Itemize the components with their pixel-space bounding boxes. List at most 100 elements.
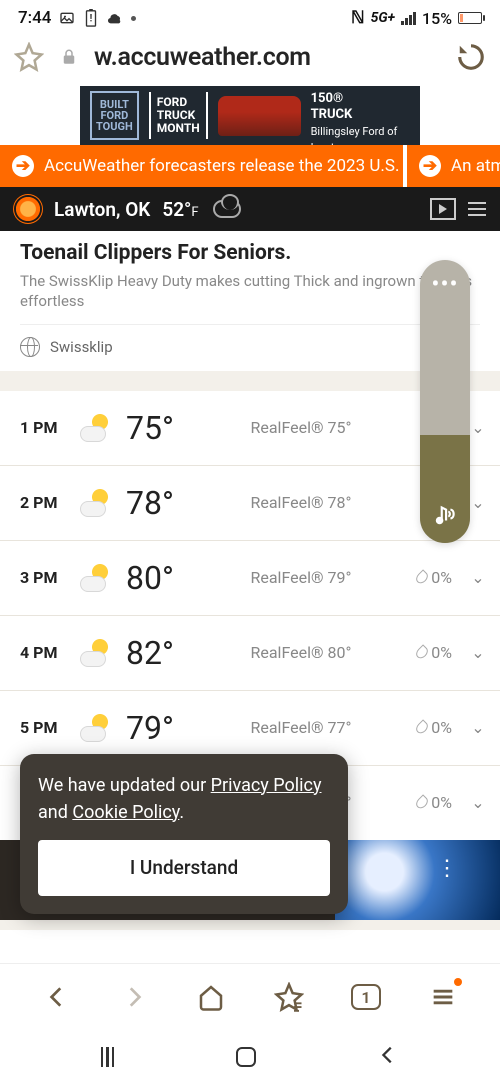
browser-toolbar: w.accuweather.com <box>0 32 500 82</box>
hour-temp: 78° <box>126 484 206 522</box>
arrow-icon: ➔ <box>12 155 34 177</box>
privacy-policy-link[interactable]: Privacy Policy <box>211 775 322 796</box>
hour-temp: 80° <box>126 559 206 597</box>
hour-precip: 0% <box>396 643 452 662</box>
status-bar: 7:44 ! ℕ 5G+ 15% <box>0 0 500 32</box>
chevron-down-icon: ⌄ <box>466 643 490 662</box>
status-left: 7:44 ! <box>18 8 136 28</box>
brand-name: Swissklip <box>50 338 113 356</box>
globe-icon <box>20 337 40 357</box>
chevron-down-icon: ⌄ <box>466 793 490 812</box>
status-right: ℕ 5G+ 15% <box>351 8 482 28</box>
url-bar[interactable]: w.accuweather.com <box>94 43 440 72</box>
ad-badge2: FORD TRUCK MONTH <box>149 92 208 140</box>
more-icon[interactable]: ⋮ <box>436 856 460 881</box>
recents-button[interactable] <box>101 1047 115 1067</box>
ad-line1: 2023 FORD F-150® <box>311 75 392 106</box>
battery-icon <box>458 12 482 24</box>
system-nav <box>0 1032 500 1084</box>
signal-icon <box>401 12 416 25</box>
hour-time: 1 PM <box>20 418 66 437</box>
weather-icon <box>80 412 112 444</box>
svg-text:!: ! <box>90 14 93 25</box>
hour-row[interactable]: 4 PM 82° RealFeel® 80° 0% ⌄ <box>0 615 500 690</box>
hour-temp: 82° <box>126 634 206 672</box>
hour-precip: 0% <box>396 718 452 737</box>
location-temp: 52°F <box>162 198 198 221</box>
location-bar: Lawton, OK 52°F <box>0 187 500 231</box>
ad-area: BUILT FORD TOUGH FORD TRUCK MONTH 2023 F… <box>0 86 500 145</box>
hour-realfeel: RealFeel® 79° <box>220 568 382 587</box>
ad-text: 2023 FORD F-150® TRUCK Billingsley Ford … <box>311 75 410 156</box>
more-dots-icon[interactable]: ••• <box>431 260 458 308</box>
weather-icon <box>80 712 112 744</box>
truck-image <box>218 96 301 136</box>
hour-temp: 79° <box>126 709 206 747</box>
alert-strip: ➔ AccuWeather forecasters release the 20… <box>0 145 500 187</box>
sponsored-brand: Swissklip <box>20 324 480 363</box>
alert-2[interactable]: ➔ An atmo <box>407 145 500 187</box>
back-button[interactable] <box>40 980 74 1014</box>
earth-image <box>335 840 500 920</box>
hour-time: 3 PM <box>20 568 66 587</box>
cloud-icon <box>107 10 123 26</box>
image-icon <box>59 10 75 26</box>
weather-icon <box>80 562 112 594</box>
battery-percent: 15% <box>422 9 452 28</box>
drop-icon <box>414 644 430 660</box>
sponsored-title: Toenail Clippers For Seniors. <box>20 241 480 265</box>
hour-time: 2 PM <box>20 493 66 512</box>
clock: 7:44 <box>18 8 51 28</box>
bookmarks-button[interactable] <box>272 980 306 1014</box>
home-button[interactable] <box>194 980 228 1014</box>
chevron-down-icon: ⌄ <box>466 568 490 587</box>
hour-realfeel: RealFeel® 78° <box>220 493 382 512</box>
ad-banner[interactable]: BUILT FORD TOUGH FORD TRUCK MONTH 2023 F… <box>80 86 420 145</box>
dot-icon <box>131 16 136 21</box>
hour-realfeel: RealFeel® 77° <box>220 718 382 737</box>
weather-icon <box>80 637 112 669</box>
music-icon <box>432 501 458 531</box>
cookie-text: We have updated our Privacy Policy and C… <box>38 772 330 826</box>
hour-temp: 75° <box>126 409 206 447</box>
ad-line2: TRUCK <box>311 107 353 122</box>
browser-nav: 1 <box>0 963 500 1036</box>
hour-time: 5 PM <box>20 718 66 737</box>
ad-badge: BUILT FORD TOUGH <box>90 91 139 140</box>
network-label: 5G+ <box>371 10 395 26</box>
cookie-policy-link[interactable]: Cookie Policy <box>72 802 179 823</box>
location-name[interactable]: Lawton, OK <box>54 198 150 221</box>
volume-slider[interactable]: ••• <box>420 260 470 543</box>
home-system-button[interactable] <box>236 1047 256 1067</box>
hour-realfeel: RealFeel® 80° <box>220 643 382 662</box>
hour-realfeel: RealFeel® 75° <box>220 418 382 437</box>
weather-icon <box>80 487 112 519</box>
weather-cloud-icon <box>213 200 241 218</box>
back-system-button[interactable] <box>377 1044 399 1070</box>
forward-button[interactable] <box>117 980 151 1014</box>
cookie-dialog: We have updated our Privacy Policy and C… <box>20 754 348 915</box>
video-button[interactable] <box>430 198 456 220</box>
menu-button[interactable] <box>426 980 460 1014</box>
tabs-button[interactable]: 1 <box>349 980 383 1014</box>
drop-icon <box>414 569 430 585</box>
alert-text: An atmo <box>451 156 500 176</box>
hour-precip: 0% <box>396 568 452 587</box>
sun-icon <box>14 195 42 223</box>
bookmark-button[interactable] <box>14 42 44 72</box>
hour-precip: 0% <box>396 793 452 812</box>
chevron-down-icon: ⌄ <box>466 718 490 737</box>
arrow-icon: ➔ <box>419 155 441 177</box>
battery-warn-icon: ! <box>83 10 99 26</box>
hour-row[interactable]: 3 PM 80° RealFeel® 79° 0% ⌄ <box>0 540 500 615</box>
nfc-icon: ℕ <box>351 8 365 28</box>
hour-time: 4 PM <box>20 643 66 662</box>
menu-button[interactable] <box>468 202 486 216</box>
understand-button[interactable]: I Understand <box>38 840 330 897</box>
alert-1[interactable]: ➔ AccuWeather forecasters release the 20… <box>0 145 403 187</box>
sponsored-desc: The SwissKlip Heavy Duty makes cutting T… <box>20 271 480 312</box>
lock-icon <box>60 48 78 66</box>
alert-text: AccuWeather forecasters release the 2023… <box>44 156 403 176</box>
reload-button[interactable] <box>456 42 486 72</box>
drop-icon <box>414 719 430 735</box>
